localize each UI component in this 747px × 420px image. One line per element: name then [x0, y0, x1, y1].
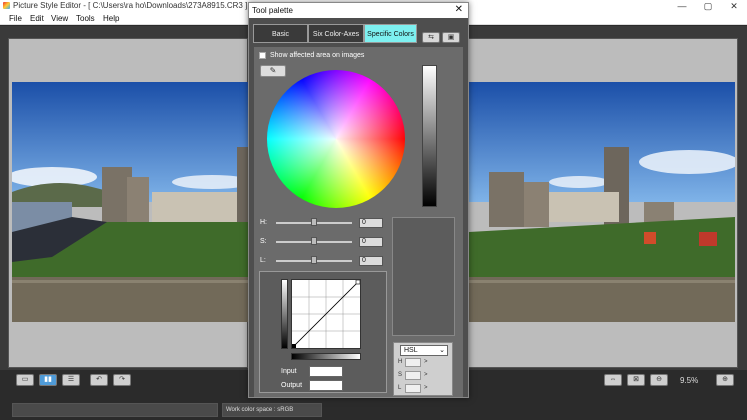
save-settings-button[interactable]: ▣ [442, 32, 460, 43]
tab-six-color-axes[interactable]: Six Color-Axes [308, 24, 364, 43]
tab-specific-colors[interactable]: Specific Colors [364, 24, 417, 43]
single-view-button[interactable]: ▭ [16, 374, 34, 386]
lightness-gradient-bar[interactable] [422, 65, 437, 207]
info-s-label: S [398, 372, 403, 378]
zoom-out-icon: ⊖ [656, 376, 662, 383]
tab-basic[interactable]: Basic [253, 24, 308, 43]
redo-button[interactable]: ↷ [113, 374, 131, 386]
fit-window-button[interactable]: ⊠ [627, 374, 645, 386]
undo-icon: ↶ [96, 376, 102, 383]
split-view-button[interactable]: ▮▮ [39, 374, 57, 386]
tool-palette-title-bar[interactable]: Tool palette ✕ [249, 3, 468, 18]
stacked-view-icon: ☰ [67, 376, 75, 383]
info-h-field [405, 358, 421, 367]
app-title: Picture Style Editor - [ C:\Users\ra ho\… [13, 1, 248, 10]
work-color-space: Work color space : sRGB [222, 403, 322, 417]
landscape-photo [469, 82, 735, 322]
color-wheel[interactable] [267, 70, 405, 208]
show-affected-area-label: Show affected area on images [270, 52, 365, 59]
minimize-icon[interactable]: — [669, 0, 695, 12]
zoom-level: 9.5% [680, 376, 699, 385]
zoom-in-icon: ⊕ [722, 376, 728, 383]
before-image[interactable] [12, 82, 248, 322]
info-l-field [405, 384, 421, 393]
menu-view[interactable]: View [51, 14, 68, 23]
info-l-label: L [398, 385, 402, 391]
saturation-label: S: [260, 238, 267, 245]
info-h-label: H [398, 359, 403, 365]
saturation-value-field[interactable]: 0 [359, 237, 383, 247]
app-icon [3, 2, 10, 9]
show-affected-area-checkbox[interactable]: Show affected area on images [259, 52, 364, 59]
eyedropper-button[interactable]: ✎ [260, 65, 286, 77]
input-gradient-bar [291, 353, 361, 360]
fit-window-icon: ⊠ [633, 376, 639, 383]
tone-curve-graph-svg [291, 279, 361, 349]
output-label: Output [281, 382, 303, 389]
info-h-arrow: > [424, 359, 428, 365]
maximize-icon[interactable]: ▢ [695, 0, 721, 12]
fit-width-icon: ⇔ [609, 376, 617, 383]
input-label: Input [281, 368, 297, 375]
single-view-icon: ▭ [21, 376, 29, 383]
fit-width-button[interactable]: ⇔ [604, 374, 622, 386]
hue-label: H: [260, 219, 267, 226]
redo-icon: ↷ [119, 376, 125, 383]
hue-value-field[interactable]: 0 [359, 218, 383, 228]
copy-settings-button[interactable]: ⇆ [422, 32, 440, 43]
close-window-icon[interactable]: ✕ [721, 0, 747, 12]
save-icon: ▣ [447, 34, 455, 41]
color-preview-box [392, 217, 455, 336]
info-s-arrow: > [424, 372, 428, 378]
luminance-value-field[interactable]: 0 [359, 256, 383, 266]
tool-palette-title: Tool palette [252, 6, 293, 15]
split-view-icon: ▮▮ [44, 376, 52, 383]
info-l-arrow: > [424, 385, 428, 391]
color-mode-value: HSL [404, 347, 418, 354]
output-gradient-bar [281, 279, 288, 349]
undo-button[interactable]: ↶ [90, 374, 108, 386]
window-controls: — ▢ ✕ [669, 0, 747, 12]
checkbox-icon[interactable] [259, 52, 266, 59]
output-field[interactable] [309, 380, 343, 391]
close-icon[interactable]: ✕ [455, 4, 463, 15]
luminance-slider-handle[interactable] [311, 256, 317, 264]
zoom-out-button[interactable]: ⊖ [650, 374, 668, 386]
landscape-photo [12, 82, 248, 322]
luminance-label: L: [260, 257, 266, 264]
menu-edit[interactable]: Edit [30, 14, 44, 23]
after-image[interactable] [469, 82, 735, 322]
zoom-in-button[interactable]: ⊕ [716, 374, 734, 386]
color-mode-select[interactable]: HSL ⌄ [400, 345, 448, 356]
tool-palette-window: Tool palette ✕ Basic Six Color-Axes Spec… [248, 2, 469, 398]
info-s-field [405, 371, 421, 380]
eyedropper-icon: ✎ [269, 66, 277, 75]
saturation-slider-handle[interactable] [311, 237, 317, 245]
hue-slider-handle[interactable] [311, 218, 317, 226]
menu-tools[interactable]: Tools [76, 14, 95, 23]
menu-file[interactable]: File [9, 14, 22, 23]
stacked-view-button[interactable]: ☰ [62, 374, 80, 386]
copy-icon: ⇆ [428, 34, 434, 41]
menu-help[interactable]: Help [103, 14, 119, 23]
input-field[interactable] [309, 366, 343, 377]
tone-curve-graph[interactable] [291, 279, 361, 349]
chevron-down-icon: ⌄ [439, 347, 445, 354]
status-field [12, 403, 218, 417]
